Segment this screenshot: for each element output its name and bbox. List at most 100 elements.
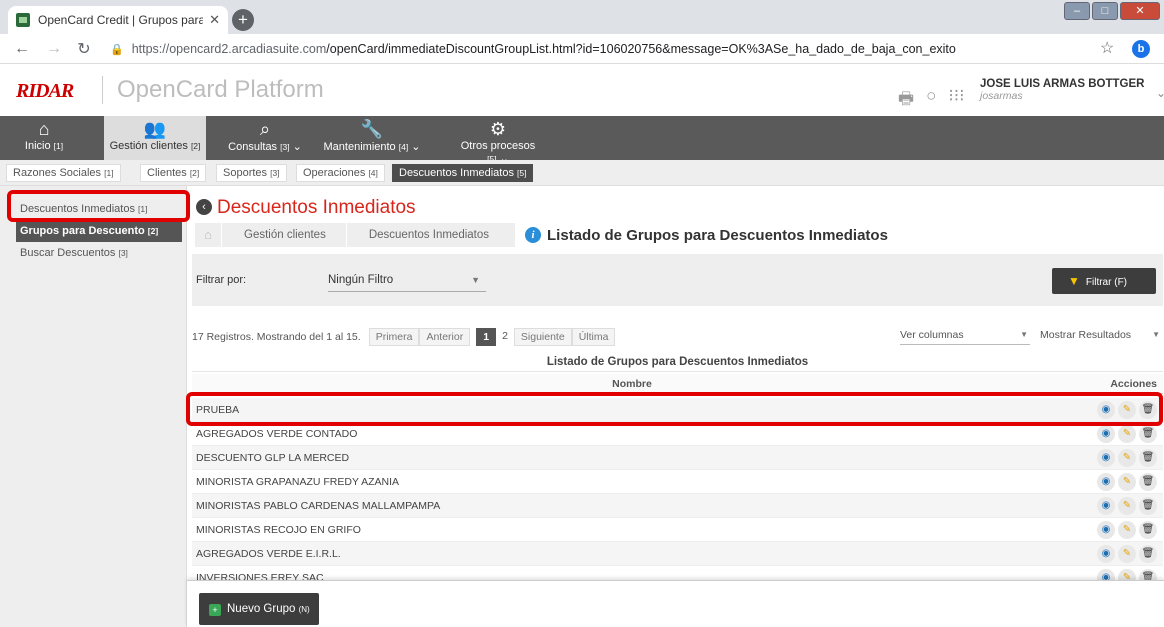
- new-group-button[interactable]: + Nuevo Grupo (N): [199, 593, 319, 625]
- search-icon[interactable]: ○: [926, 86, 936, 115]
- results-select[interactable]: Mostrar Resultados ▼: [1040, 327, 1162, 345]
- close-tab-icon[interactable]: ✕: [209, 12, 220, 28]
- url-field[interactable]: 🔒 https://opencard2.arcadiasuite.com/ope…: [110, 38, 1110, 60]
- view-eye-icon[interactable]: ◉: [1097, 521, 1115, 539]
- back-arrow-icon[interactable]: ←: [10, 40, 34, 58]
- page-2-button[interactable]: 2: [496, 328, 514, 346]
- menu-consultas[interactable]: ⌕ Consultas [3] ⌄: [226, 116, 304, 160]
- edit-pencil-icon[interactable]: ✎: [1118, 497, 1136, 515]
- submenu-descuentos-inmediatos[interactable]: Descuentos Inmediatos [5]: [392, 164, 534, 182]
- page-title: Descuentos Inmediatos: [217, 197, 416, 218]
- company-logo: RIDAR: [16, 80, 74, 102]
- edit-pencil-icon[interactable]: ✎: [1118, 569, 1136, 580]
- edit-pencil-icon[interactable]: ✎: [1118, 473, 1136, 491]
- edit-pencil-icon[interactable]: ✎: [1118, 449, 1136, 467]
- next-page-button[interactable]: Siguiente: [513, 328, 572, 346]
- main-menu: ⌂ Inicio [1] 👥 Gestión clientes [2] ⌕ Co…: [0, 116, 1164, 165]
- columns-select[interactable]: Ver columnas ▼: [900, 327, 1030, 345]
- view-eye-icon[interactable]: ◉: [1097, 473, 1115, 491]
- user-login: josarmas: [980, 90, 1023, 102]
- user-menu[interactable]: JOSE LUIS ARMAS BOTTGER josarmas ⌄: [980, 78, 1164, 102]
- table-row[interactable]: INVERSIONES EREY SAC ◉ ✎ 🗑: [192, 566, 1163, 580]
- left-nav: Descuentos Inmediatos [1] Grupos para De…: [0, 186, 187, 627]
- table-row[interactable]: AGREGADOS VERDE E.I.R.L. ◉ ✎ 🗑: [192, 542, 1163, 566]
- table-row[interactable]: DESCUENTO GLP LA MERCED ◉ ✎ 🗑: [192, 446, 1163, 470]
- maximize-button[interactable]: □: [1092, 2, 1118, 20]
- table-row[interactable]: MINORISTAS PABLO CARDENAS MALLAMPAMPA ◉ ✎ 🗑: [192, 494, 1163, 518]
- breadcrumb-item[interactable]: Descuentos Inmediatos: [345, 223, 516, 247]
- home-icon: ⌂: [38, 119, 50, 139]
- info-icon: i: [525, 227, 542, 243]
- profile-avatar[interactable]: b: [1132, 40, 1150, 58]
- breadcrumb-item[interactable]: Gestión clientes: [221, 223, 346, 247]
- apps-grid-icon[interactable]: ⁝⁝⁝: [948, 86, 964, 115]
- filter-button[interactable]: ▼ Filtrar (F): [1052, 268, 1156, 294]
- reload-icon[interactable]: ↻: [72, 39, 96, 59]
- menu-inicio[interactable]: ⌂ Inicio [1]: [0, 116, 88, 160]
- gear-icon: ⚙: [489, 119, 507, 139]
- delete-trash-icon[interactable]: 🗑: [1139, 497, 1157, 515]
- submenu-operaciones[interactable]: Operaciones [4]: [296, 164, 385, 182]
- lock-icon: 🔒: [110, 43, 124, 56]
- window-controls: – □ ✕: [1064, 2, 1160, 20]
- edit-pencil-icon[interactable]: ✎: [1118, 521, 1136, 539]
- browser-tab-bar: OpenCard Credit | Grupos para D ✕ + – □ …: [0, 0, 1164, 34]
- wrench-icon: 🔧: [360, 119, 384, 139]
- close-window-button[interactable]: ✕: [1120, 2, 1160, 20]
- minimize-button[interactable]: –: [1064, 2, 1090, 20]
- new-tab-button[interactable]: +: [232, 9, 254, 31]
- clients-icon: 👥: [143, 119, 167, 139]
- url-path: /openCard/immediateDiscountGroupList.htm…: [326, 42, 956, 56]
- leftnav-buscar-descuentos[interactable]: Buscar Descuentos [3]: [0, 242, 186, 264]
- row-actions: ◉ ✎ 🗑: [1097, 473, 1157, 491]
- tab-title: OpenCard Credit | Grupos para D: [38, 13, 204, 27]
- row-actions: ◉ ✎ 🗑: [1097, 545, 1157, 563]
- delete-trash-icon[interactable]: 🗑: [1139, 545, 1157, 563]
- footer-bar: + Nuevo Grupo (N): [187, 580, 1164, 627]
- submenu-clientes[interactable]: Clientes [2]: [140, 164, 207, 182]
- view-eye-icon[interactable]: ◉: [1097, 425, 1115, 443]
- delete-trash-icon[interactable]: 🗑: [1139, 473, 1157, 491]
- leftnav-grupos-para-descuento[interactable]: Grupos para Descuento [2]: [16, 220, 182, 242]
- delete-trash-icon[interactable]: 🗑: [1139, 425, 1157, 443]
- back-chevron-icon[interactable]: ‹: [196, 199, 212, 215]
- url-host: https://opencard2.arcadiasuite.com: [131, 42, 327, 56]
- current-page[interactable]: 1: [476, 328, 497, 346]
- edit-pencil-icon[interactable]: ✎: [1118, 545, 1136, 563]
- view-eye-icon[interactable]: ◉: [1097, 449, 1115, 467]
- prev-page-button[interactable]: Anterior: [419, 328, 471, 346]
- first-page-button[interactable]: Primera: [368, 328, 420, 346]
- browser-tab[interactable]: OpenCard Credit | Grupos para D ✕: [8, 6, 228, 34]
- app-header: RIDAR OpenCard Platform 🖶 ○ ⁝⁝⁝ JOSE LUI…: [0, 64, 1164, 116]
- forward-arrow-icon[interactable]: →: [42, 40, 66, 58]
- submenu-razones-sociales[interactable]: Razones Sociales [1]: [6, 164, 121, 182]
- table-row[interactable]: MINORISTAS RECOJO EN GRIFO ◉ ✎ 🗑: [192, 518, 1163, 542]
- view-eye-icon[interactable]: ◉: [1097, 545, 1115, 563]
- view-eye-icon[interactable]: ◉: [1097, 569, 1115, 580]
- favicon-icon: [16, 13, 30, 27]
- dropdown-arrow-icon: ▼: [1152, 330, 1160, 339]
- edit-pencil-icon[interactable]: ✎: [1118, 425, 1136, 443]
- sub-menu: Razones Sociales [1] Clientes [2] Soport…: [0, 160, 1164, 186]
- print-icon[interactable]: 🖶: [898, 86, 914, 115]
- menu-gestion-clientes[interactable]: 👥 Gestión clientes [2]: [104, 116, 206, 160]
- add-icon: +: [209, 604, 221, 616]
- view-eye-icon[interactable]: ◉: [1097, 497, 1115, 515]
- filter-select[interactable]: Ningún Filtro ▼: [328, 270, 486, 292]
- delete-trash-icon[interactable]: 🗑: [1139, 569, 1157, 580]
- last-page-button[interactable]: Última: [571, 328, 616, 346]
- column-header-nombre[interactable]: Nombre: [192, 374, 1072, 394]
- menu-mantenimiento[interactable]: 🔧 Mantenimiento [4] ⌄: [310, 116, 434, 160]
- delete-trash-icon[interactable]: 🗑: [1139, 449, 1157, 467]
- record-count: 17 Registros. Mostrando del 1 al 15.: [192, 331, 361, 343]
- row-name: MINORISTAS PABLO CARDENAS MALLAMPAMPA: [196, 500, 441, 512]
- delete-trash-icon[interactable]: 🗑: [1139, 521, 1157, 539]
- bookmark-star-icon[interactable]: ☆: [1100, 38, 1114, 58]
- table-row[interactable]: MINORISTA GRAPANAZU FREDY AZANIA ◉ ✎ 🗑: [192, 470, 1163, 494]
- home-icon[interactable]: ⌂: [195, 223, 221, 247]
- menu-otros-procesos[interactable]: ⚙ Otros procesos [5] ⌄: [458, 116, 538, 165]
- highlight-box-row: [186, 392, 1163, 426]
- submenu-soportes[interactable]: Soportes [3]: [216, 164, 287, 182]
- list-title: Listado de Grupos para Descuentos Inmedi…: [547, 226, 888, 244]
- column-header-acciones: Acciones: [1110, 378, 1157, 390]
